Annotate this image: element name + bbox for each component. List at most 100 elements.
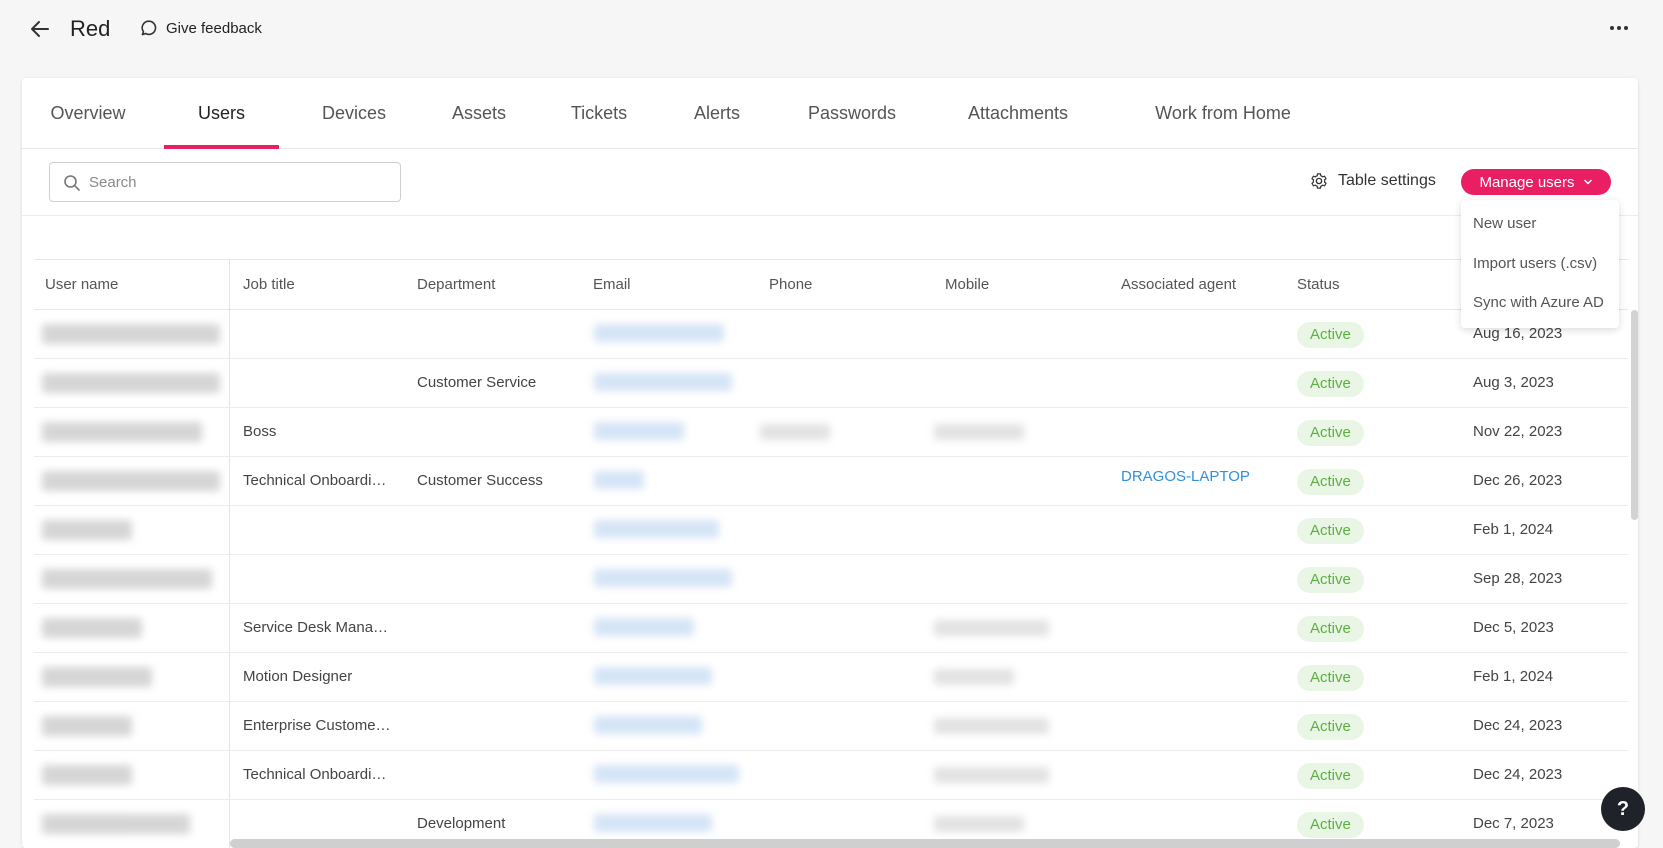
associated-agent-link[interactable] [1121, 653, 1281, 701]
column-header-associated-agent[interactable]: Associated agent [1121, 260, 1236, 309]
tab-devices[interactable]: Devices [304, 78, 404, 149]
job-title-cell [243, 555, 393, 603]
associated-agent-link[interactable] [1121, 506, 1281, 554]
menu-item-sync-azure-ad[interactable]: Sync with Azure AD [1473, 294, 1604, 311]
help-button[interactable]: ? [1601, 787, 1645, 831]
department-cell [417, 653, 577, 701]
horizontal-scrollbar[interactable] [230, 839, 1620, 848]
date-cell: Aug 3, 2023 [1473, 374, 1554, 391]
gear-icon [1311, 173, 1327, 189]
redacted-user-name [42, 373, 220, 393]
job-title-cell [243, 359, 393, 407]
redacted-email [594, 520, 719, 538]
redacted-mobile [934, 767, 1049, 783]
redacted-user-name [42, 716, 132, 736]
date-cell: Dec 5, 2023 [1473, 619, 1554, 636]
menu-item-new-user[interactable]: New user [1473, 215, 1536, 232]
status-badge: Active [1297, 371, 1364, 397]
associated-agent-link[interactable] [1121, 408, 1281, 456]
more-vert-icon [1610, 26, 1628, 30]
search-input[interactable] [89, 163, 389, 201]
redacted-user-name [42, 471, 220, 491]
main-card: Overview Users Devices Assets Tickets Al… [22, 78, 1638, 848]
table-row[interactable]: Technical Onboardi… Customer Success DRA… [34, 457, 1628, 506]
tab-passwords[interactable]: Passwords [788, 78, 916, 149]
department-cell: Customer Success [417, 472, 543, 489]
associated-agent-link[interactable] [1121, 310, 1281, 358]
department-cell [417, 506, 577, 554]
tab-work-from-home[interactable]: Work from Home [1137, 78, 1309, 149]
redacted-user-name [42, 520, 132, 540]
table-settings-button[interactable]: Table settings [1310, 172, 1436, 190]
tab-assets[interactable]: Assets [432, 78, 526, 149]
menu-item-import-users[interactable]: Import users (.csv) [1473, 255, 1597, 272]
associated-agent-link[interactable]: DRAGOS-LAPTOP [1121, 457, 1281, 505]
table-row[interactable]: Active Aug 16, 2023 [34, 310, 1628, 359]
status-badge: Active [1297, 763, 1364, 789]
tab-alerts[interactable]: Alerts [676, 78, 758, 149]
table-row[interactable]: Technical Onboardi… Active Dec 24, 2023 [34, 751, 1628, 800]
associated-agent-link[interactable] [1121, 555, 1281, 603]
table-row[interactable]: Service Desk Mana… Active Dec 5, 2023 [34, 604, 1628, 653]
redacted-mobile [934, 816, 1024, 832]
column-header-job-title[interactable]: Job title [243, 260, 295, 309]
column-header-status[interactable]: Status [1297, 260, 1340, 309]
column-header-department[interactable]: Department [417, 260, 495, 309]
redacted-mobile [934, 424, 1024, 440]
status-badge: Active [1297, 322, 1364, 348]
date-cell: Dec 26, 2023 [1473, 472, 1563, 489]
search-field [49, 162, 401, 202]
more-options-button[interactable] [1607, 18, 1631, 42]
table-row[interactable]: Boss Active Nov 22, 2023 [34, 408, 1628, 457]
associated-agent-link[interactable] [1121, 359, 1281, 407]
date-cell: Feb 1, 2024 [1473, 668, 1554, 685]
give-feedback-button[interactable]: Give feedback [140, 19, 262, 37]
table-row[interactable]: Motion Designer Active Feb 1, 2024 [34, 653, 1628, 702]
table-header: User name Job title Department Email Pho… [34, 259, 1628, 310]
tab-users[interactable]: Users [164, 78, 279, 149]
date-cell: Feb 1, 2024 [1473, 521, 1554, 538]
tab-attachments[interactable]: Attachments [947, 78, 1089, 149]
associated-agent-link[interactable] [1121, 751, 1281, 799]
job-title-cell: Boss [243, 423, 277, 440]
job-title-cell: Motion Designer [243, 668, 353, 685]
table-row[interactable]: Customer Service Active Aug 3, 2023 [34, 359, 1628, 408]
vertical-scrollbar[interactable] [1631, 310, 1638, 520]
job-title-cell [243, 506, 393, 554]
manage-users-button[interactable]: Manage users [1461, 169, 1611, 195]
status-badge: Active [1297, 665, 1364, 691]
status-badge: Active [1297, 567, 1364, 593]
back-button[interactable] [28, 17, 52, 41]
table-row[interactable]: Enterprise Custome… Active Dec 24, 2023 [34, 702, 1628, 751]
department-cell [417, 408, 577, 456]
table-row[interactable]: Active Sep 28, 2023 [34, 555, 1628, 604]
redacted-email [594, 471, 644, 489]
redacted-user-name [42, 765, 132, 785]
redacted-email [594, 814, 712, 832]
associated-agent-link[interactable] [1121, 702, 1281, 750]
status-badge: Active [1297, 420, 1364, 446]
redacted-email [594, 716, 702, 734]
column-header-mobile[interactable]: Mobile [945, 260, 989, 309]
status-badge: Active [1297, 518, 1364, 544]
page-title: Red [70, 16, 111, 41]
table-row[interactable]: Active Feb 1, 2024 [34, 506, 1628, 555]
column-header-phone[interactable]: Phone [769, 260, 812, 309]
tab-tickets[interactable]: Tickets [552, 78, 646, 149]
department-cell [417, 604, 577, 652]
chevron-down-icon [1583, 179, 1592, 185]
department-cell [417, 751, 577, 799]
tab-overview[interactable]: Overview [35, 78, 141, 149]
tab-bar: Overview Users Devices Assets Tickets Al… [22, 78, 1638, 149]
department-cell [417, 310, 577, 358]
redacted-mobile [934, 718, 1049, 734]
column-header-email[interactable]: Email [593, 260, 631, 309]
job-title-cell: Enterprise Custome… [243, 717, 391, 734]
redacted-user-name [42, 814, 190, 834]
associated-agent-link[interactable] [1121, 604, 1281, 652]
department-cell [417, 555, 577, 603]
redacted-user-name [42, 422, 202, 442]
column-header-user-name[interactable]: User name [45, 260, 118, 309]
status-badge: Active [1297, 714, 1364, 740]
status-badge: Active [1297, 812, 1364, 838]
